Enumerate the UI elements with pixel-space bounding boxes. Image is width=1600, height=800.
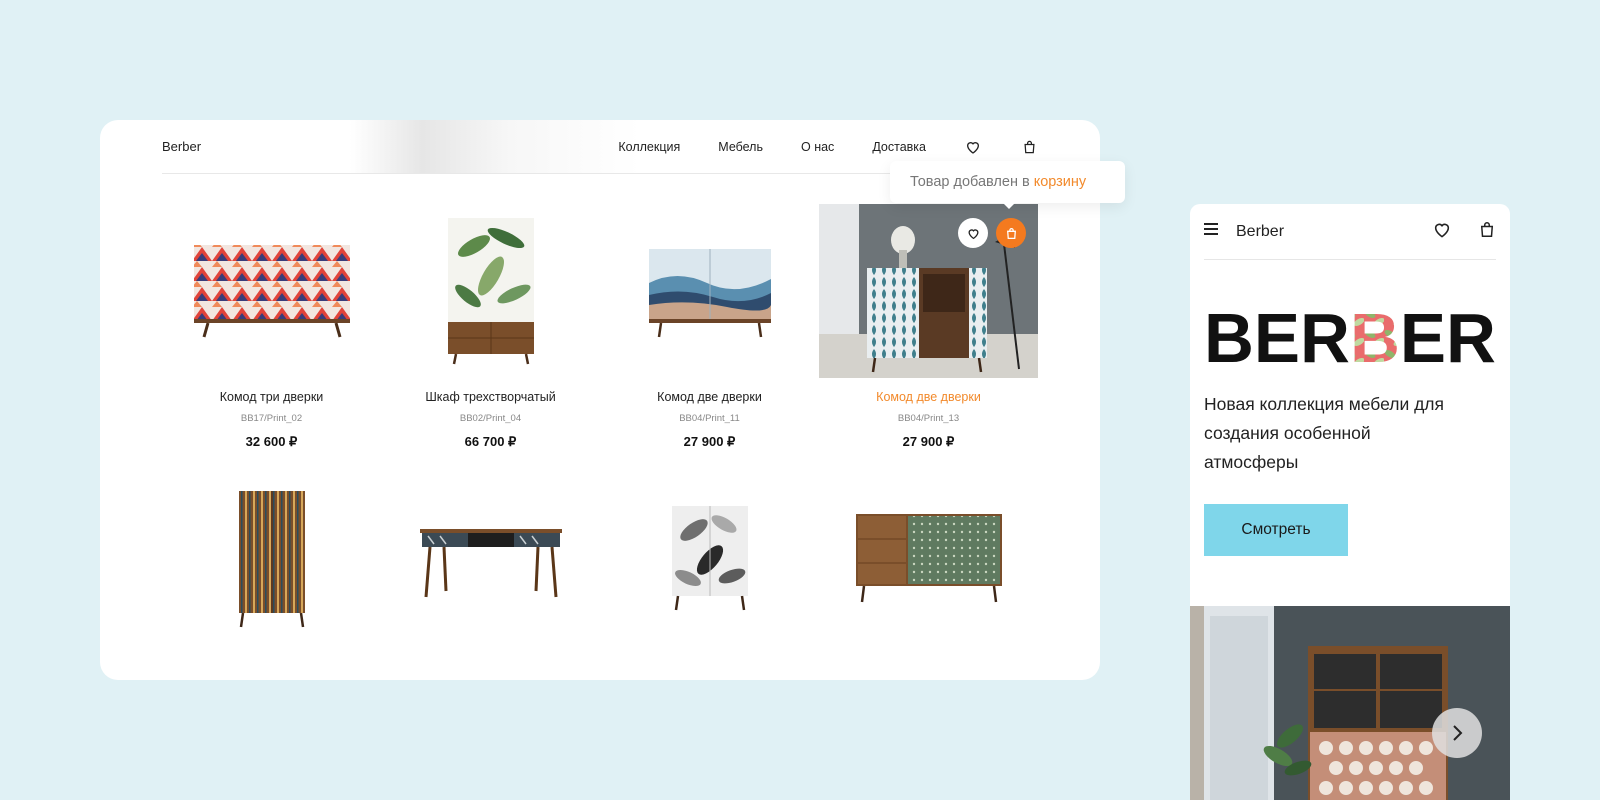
toast-text: Товар добавлен в xyxy=(910,174,1030,190)
berber-brand-logo: BERBER xyxy=(1204,308,1496,366)
desktop-window: Berber Коллекция Мебель О нас Доставка К… xyxy=(100,120,1100,680)
product-image[interactable] xyxy=(381,204,600,378)
view-button[interactable]: Смотреть xyxy=(1204,504,1348,556)
site-logo[interactable]: Berber xyxy=(162,139,201,154)
product-sku: BB02/Print_04 xyxy=(459,413,522,424)
svg-text:BERBER: BERBER xyxy=(1204,308,1496,366)
product-name[interactable]: Комод три дверки xyxy=(162,390,381,404)
product-image[interactable] xyxy=(381,484,600,634)
hero-image xyxy=(1190,606,1510,800)
product-card[interactable] xyxy=(600,484,819,634)
product-name[interactable]: Комод две дверки xyxy=(819,390,1038,404)
mobile-header: Berber xyxy=(1204,204,1496,260)
favorite-heart-icon[interactable] xyxy=(958,218,988,248)
product-sku: BB17/Print_02 xyxy=(240,413,303,424)
nav-collection[interactable]: Коллекция xyxy=(618,140,680,154)
added-to-cart-toast: Товар добавлен в корзину xyxy=(890,161,1125,209)
next-slide-chevron-right-icon[interactable] xyxy=(1432,708,1482,758)
product-image[interactable] xyxy=(600,484,819,634)
bag-icon[interactable] xyxy=(1020,138,1038,156)
nav-delivery[interactable]: Доставка xyxy=(872,140,926,154)
add-to-cart-bag-icon[interactable] xyxy=(996,218,1026,248)
product-image[interactable] xyxy=(600,204,819,378)
product-image[interactable] xyxy=(162,204,381,378)
product-card[interactable] xyxy=(381,484,600,634)
product-card[interactable]: Шкаф трехстворчатый BB02/Print_04 66 700… xyxy=(381,204,600,450)
toast-cart-link[interactable]: корзину xyxy=(1034,174,1086,190)
mobile-tagline: Новая коллекция мебели для создания особ… xyxy=(1204,394,1444,472)
nav-furniture[interactable]: Мебель xyxy=(718,140,763,154)
product-image[interactable] xyxy=(162,484,381,634)
product-price: 27 900 ₽ xyxy=(683,434,736,449)
product-price: 66 700 ₽ xyxy=(464,434,517,449)
product-card[interactable]: Комод три дверки BB17/Print_02 32 600 ₽ xyxy=(162,204,381,450)
bag-icon[interactable] xyxy=(1478,220,1496,244)
heart-icon[interactable] xyxy=(964,138,982,156)
mobile-window: Berber BERBER Новая коллекция мебели для… xyxy=(1190,204,1510,800)
product-card-active[interactable]: Комод две дверки BB04/Print_13 27 900 ₽ xyxy=(819,204,1038,450)
product-card[interactable] xyxy=(162,484,381,634)
nav-about[interactable]: О нас xyxy=(801,140,834,154)
product-sku: BB04/Print_11 xyxy=(679,413,740,424)
mobile-logo[interactable]: Berber xyxy=(1236,223,1284,241)
product-name[interactable]: Комод две дверки xyxy=(600,390,819,404)
product-card[interactable]: Комод две дверки BB04/Print_11 27 900 ₽ xyxy=(600,204,819,450)
product-card[interactable] xyxy=(819,484,1038,634)
product-sku: BB04/Print_13 xyxy=(897,413,960,424)
product-image[interactable] xyxy=(819,484,1038,634)
product-image-interior[interactable] xyxy=(819,204,1038,378)
product-name[interactable]: Шкаф трехстворчатый xyxy=(381,390,600,404)
product-price: 27 900 ₽ xyxy=(902,434,955,449)
menu-icon[interactable] xyxy=(1204,222,1220,241)
card-actions xyxy=(958,218,1026,248)
product-grid: Комод три дверки BB17/Print_02 32 600 ₽ xyxy=(162,204,1038,634)
heart-icon[interactable] xyxy=(1432,220,1452,244)
product-price: 32 600 ₽ xyxy=(245,434,298,449)
